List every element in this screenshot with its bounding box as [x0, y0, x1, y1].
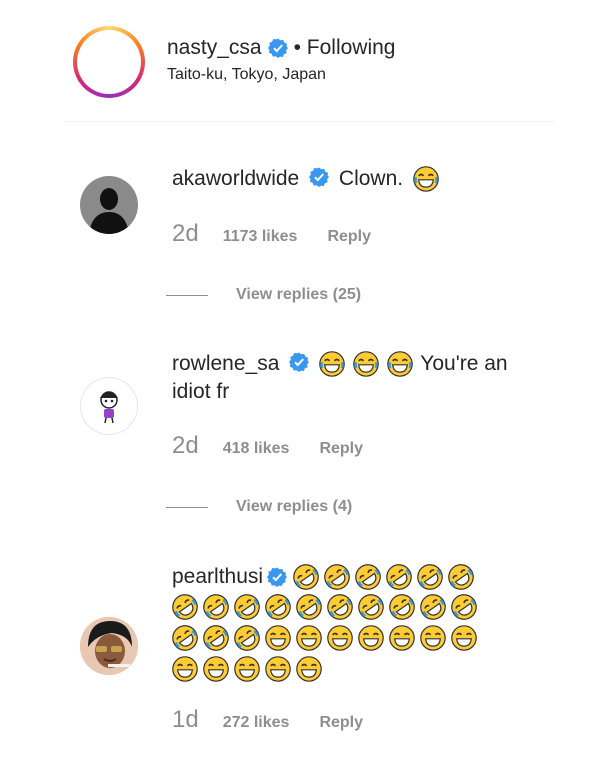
comment-3-body: pearlthusi	[172, 563, 477, 684]
rofl-emoji-icon	[355, 564, 381, 590]
verified-badge-icon	[309, 167, 330, 188]
comment-likes[interactable]: 272 likes	[223, 714, 290, 732]
rofl-emoji-icon	[327, 593, 353, 620]
joy-emoji-icon	[319, 351, 345, 378]
rofl-emoji-icon	[234, 593, 260, 620]
joy-emoji-icon	[386, 351, 413, 378]
comment-likes[interactable]: 418 likes	[223, 440, 290, 458]
view-replies-label: View replies (25)	[236, 286, 362, 303]
comment-1-body: akaworldwide Clown.	[172, 165, 441, 193]
comment-text: Clown.	[338, 167, 404, 190]
grinning-sweat-emoji-icon	[296, 624, 322, 651]
post-author-username[interactable]: nasty_csa	[167, 36, 262, 60]
comment-text-line2: idiot fr	[172, 380, 230, 403]
emoji-row	[172, 622, 477, 653]
view-replies-label: View replies (4)	[236, 498, 353, 515]
grinning-sweat-emoji-icon	[451, 624, 477, 651]
rofl-emoji-icon	[451, 593, 477, 620]
rofl-emoji-icon	[386, 564, 412, 590]
following-button[interactable]: Following	[307, 36, 396, 60]
comment-time[interactable]: 1d	[172, 706, 199, 734]
rofl-emoji-icon	[417, 564, 443, 590]
view-replies-button[interactable]: View replies (25)	[166, 286, 361, 304]
joy-emoji-icon	[353, 351, 379, 378]
verified-badge-icon	[267, 38, 288, 58]
grinning-sweat-emoji-icon	[265, 624, 291, 651]
rofl-emoji-icon	[234, 624, 260, 651]
post-location[interactable]: Taito-ku, Tokyo, Japan	[167, 66, 326, 84]
rofl-emoji-icon	[293, 564, 319, 590]
emoji-row	[172, 653, 477, 684]
view-replies-button[interactable]: View replies (4)	[166, 498, 352, 516]
emoji-row	[172, 591, 477, 622]
cartoon-avatar-icon	[100, 391, 118, 424]
comment-time[interactable]: 2d	[172, 220, 199, 248]
reply-button[interactable]: Reply	[319, 714, 363, 732]
grinning-sweat-emoji-icon	[203, 655, 229, 682]
comment-2-meta: 2d 418 likes Reply	[172, 432, 363, 460]
comment-text-line1: You're an	[420, 352, 508, 375]
comment-time[interactable]: 2d	[172, 432, 199, 460]
rofl-emoji-icon	[420, 593, 446, 620]
comment-likes[interactable]: 1173 likes	[223, 228, 298, 246]
rofl-emoji-icon	[324, 564, 350, 590]
rofl-emoji-icon	[448, 564, 474, 590]
profile-photo-icon	[80, 617, 138, 675]
rofl-emoji-icon	[203, 624, 229, 651]
grinning-sweat-emoji-icon	[296, 655, 322, 682]
comment-2-body: rowlene_sa You're an idiot fr	[172, 350, 542, 406]
grinning-sweat-emoji-icon	[172, 655, 198, 682]
rofl-emoji-icon	[203, 593, 229, 620]
comment-1-meta: 2d 1173 likes Reply	[172, 220, 371, 248]
verified-badge-icon	[289, 352, 310, 373]
grinning-sweat-emoji-icon	[265, 655, 291, 682]
rofl-emoji-icon	[389, 593, 415, 620]
story-ring-avatar[interactable]	[73, 26, 145, 98]
default-user-silhouette-icon	[80, 176, 138, 234]
rofl-emoji-icon	[296, 593, 322, 620]
comment-username[interactable]: akaworldwide	[172, 167, 299, 190]
rofl-emoji-icon	[172, 624, 198, 651]
rofl-emoji-icon	[265, 593, 291, 620]
view-replies-line	[166, 294, 208, 296]
joy-emoji-icon	[413, 166, 439, 193]
rofl-emoji-icon	[358, 593, 384, 620]
reply-button[interactable]: Reply	[327, 228, 371, 246]
rofl-emoji-icon	[172, 593, 198, 620]
grinning-sweat-emoji-icon	[234, 655, 260, 682]
reply-button[interactable]: Reply	[319, 440, 363, 458]
avatar-akaworldwide[interactable]	[80, 176, 138, 234]
emoji-row	[293, 562, 474, 593]
view-replies-line	[166, 506, 208, 508]
comment-username[interactable]: pearlthusi	[172, 563, 263, 591]
divider	[64, 121, 554, 122]
verified-badge-icon	[267, 567, 288, 587]
grinning-sweat-emoji-icon	[327, 624, 353, 651]
grinning-sweat-emoji-icon	[420, 624, 446, 651]
avatar-rowlene_sa[interactable]	[80, 377, 138, 435]
avatar-pearlthusi[interactable]	[80, 617, 138, 675]
comment-username[interactable]: rowlene_sa	[172, 352, 279, 375]
separator-dot: •	[293, 36, 301, 59]
comment-3-meta: 1d 272 likes Reply	[172, 706, 363, 734]
grinning-sweat-emoji-icon	[389, 624, 415, 651]
grinning-sweat-emoji-icon	[358, 624, 384, 651]
post-header: nasty_csa • Following	[167, 36, 395, 60]
